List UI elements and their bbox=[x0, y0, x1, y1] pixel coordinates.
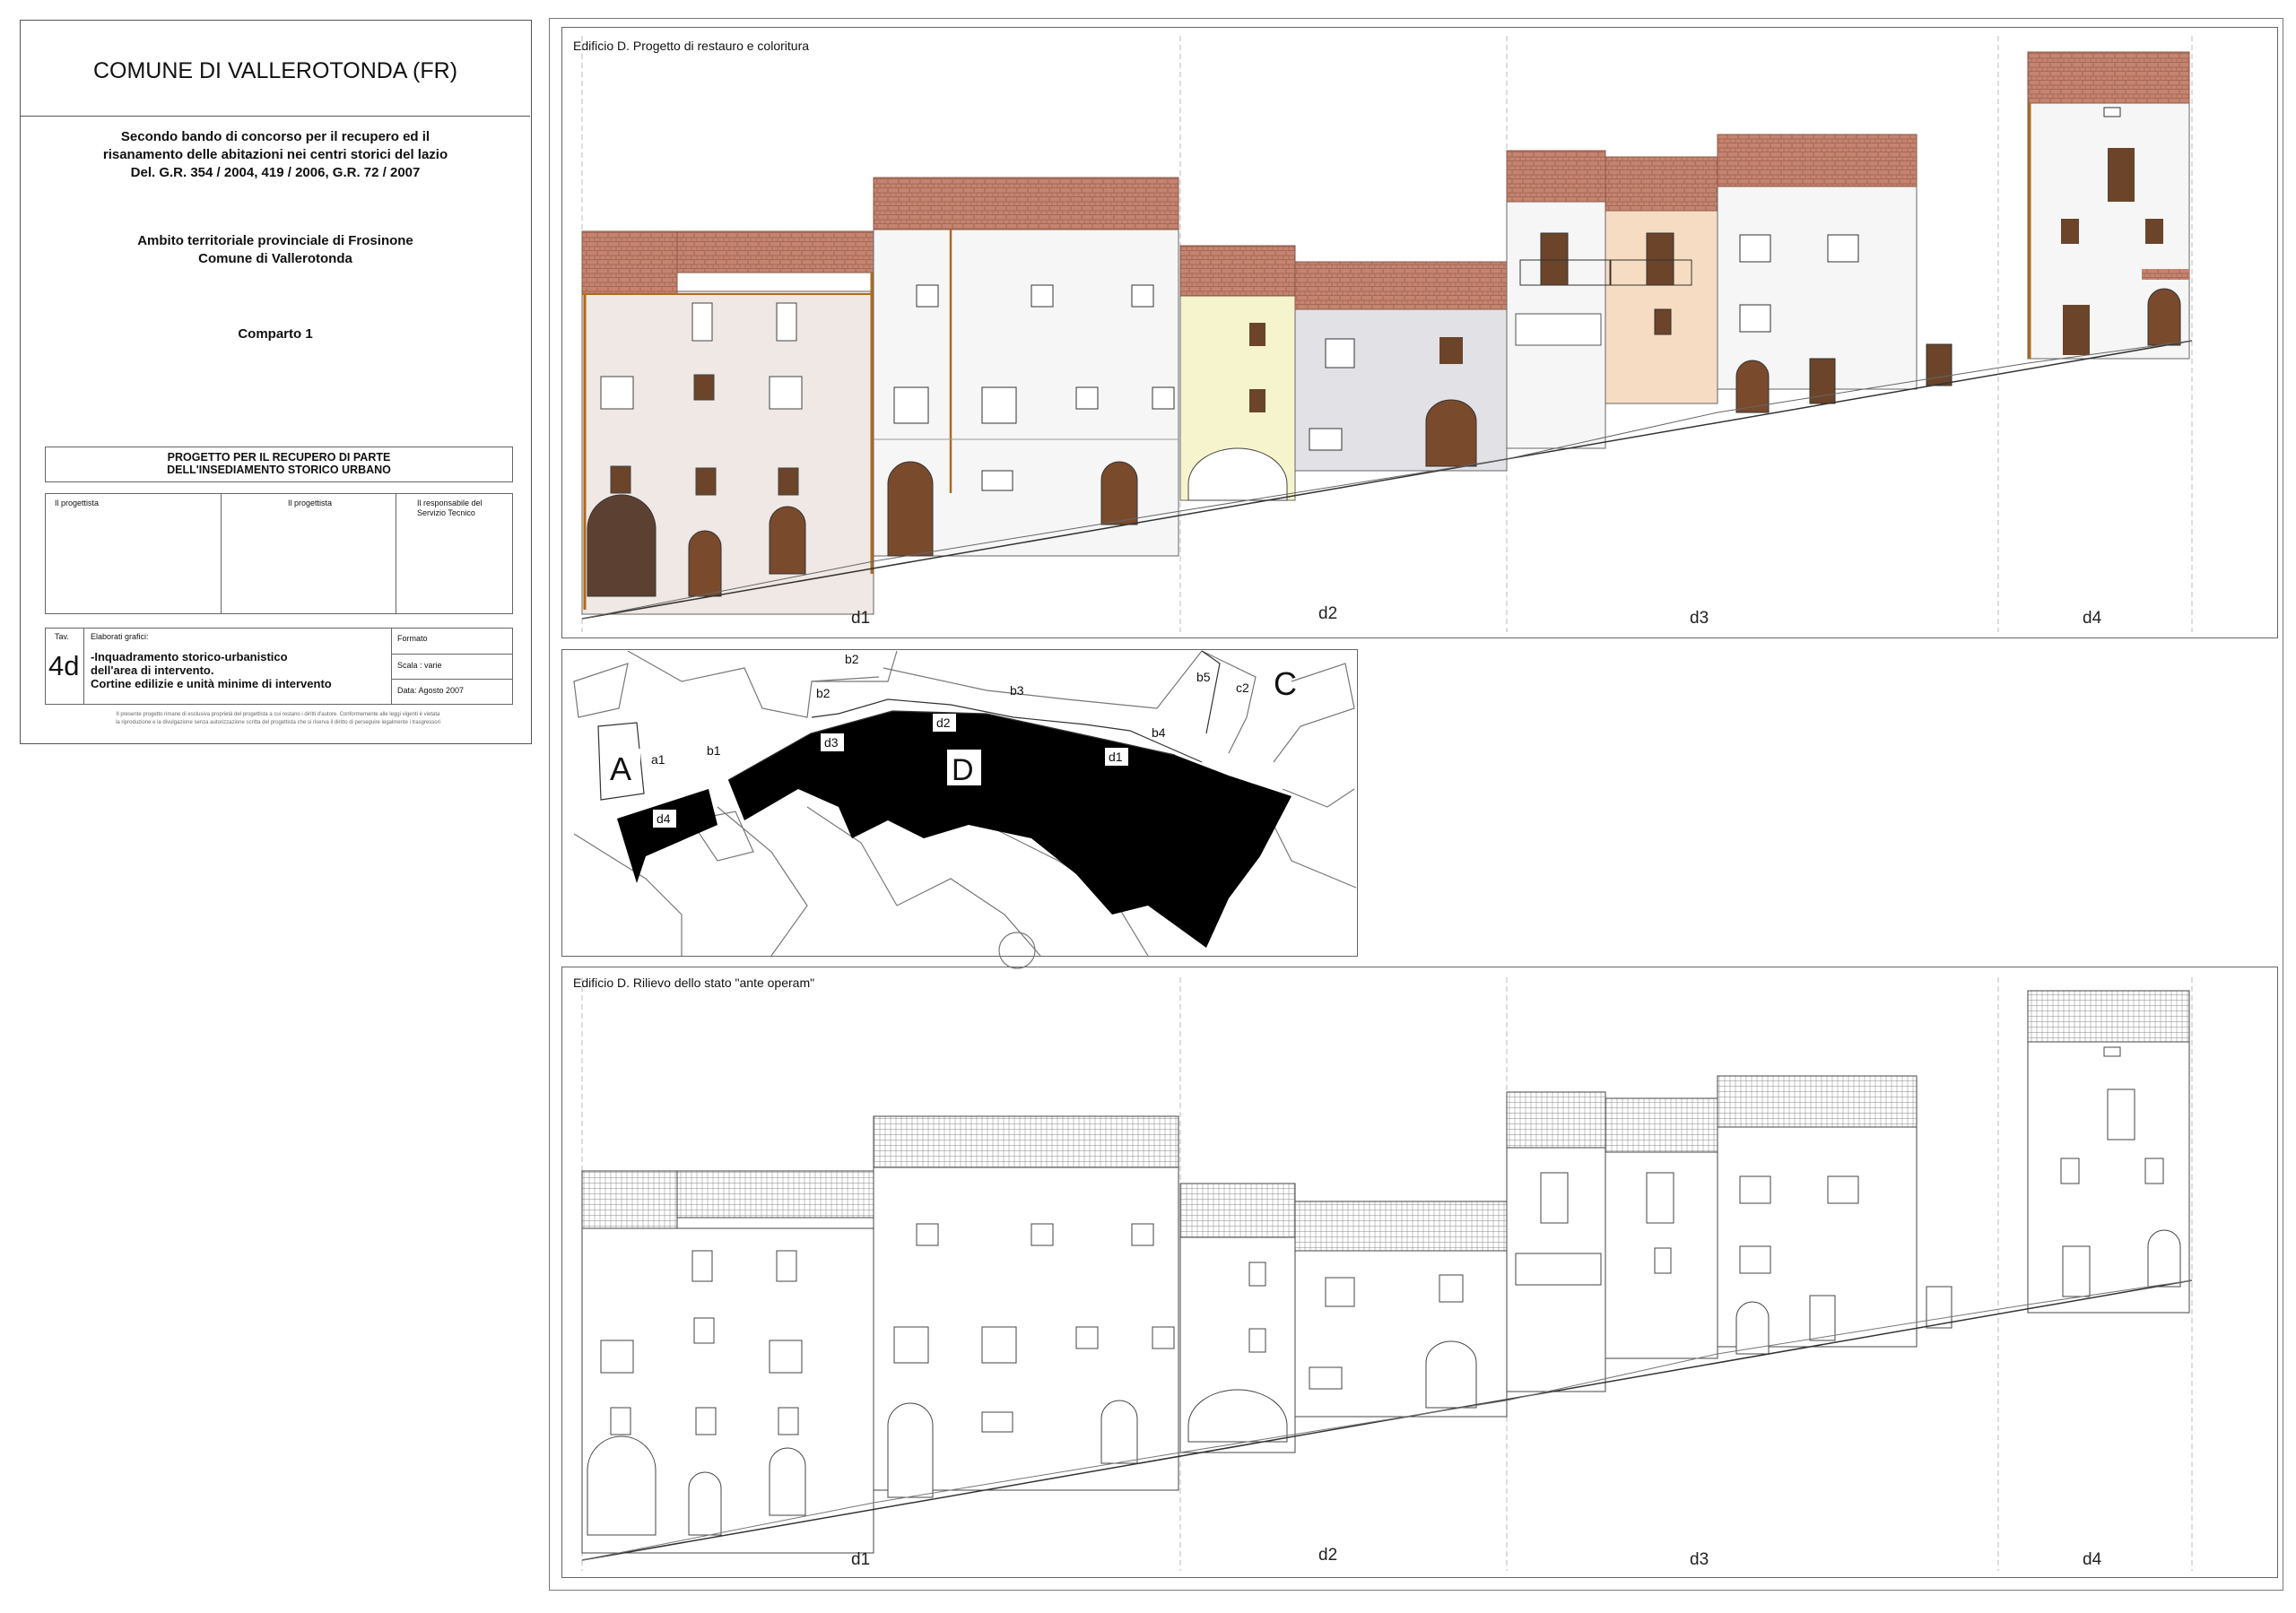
unit-label-d3-bottom: d3 bbox=[1690, 1550, 1709, 1569]
unit-label-d2-bottom: d2 bbox=[1318, 1546, 1337, 1565]
unit-label-d1-bottom: d1 bbox=[851, 1550, 870, 1569]
elevation-survey-drawing: d1 d2 d3 d4 bbox=[581, 977, 2193, 1571]
unit-label-d4-bottom: d4 bbox=[2083, 1550, 2102, 1569]
